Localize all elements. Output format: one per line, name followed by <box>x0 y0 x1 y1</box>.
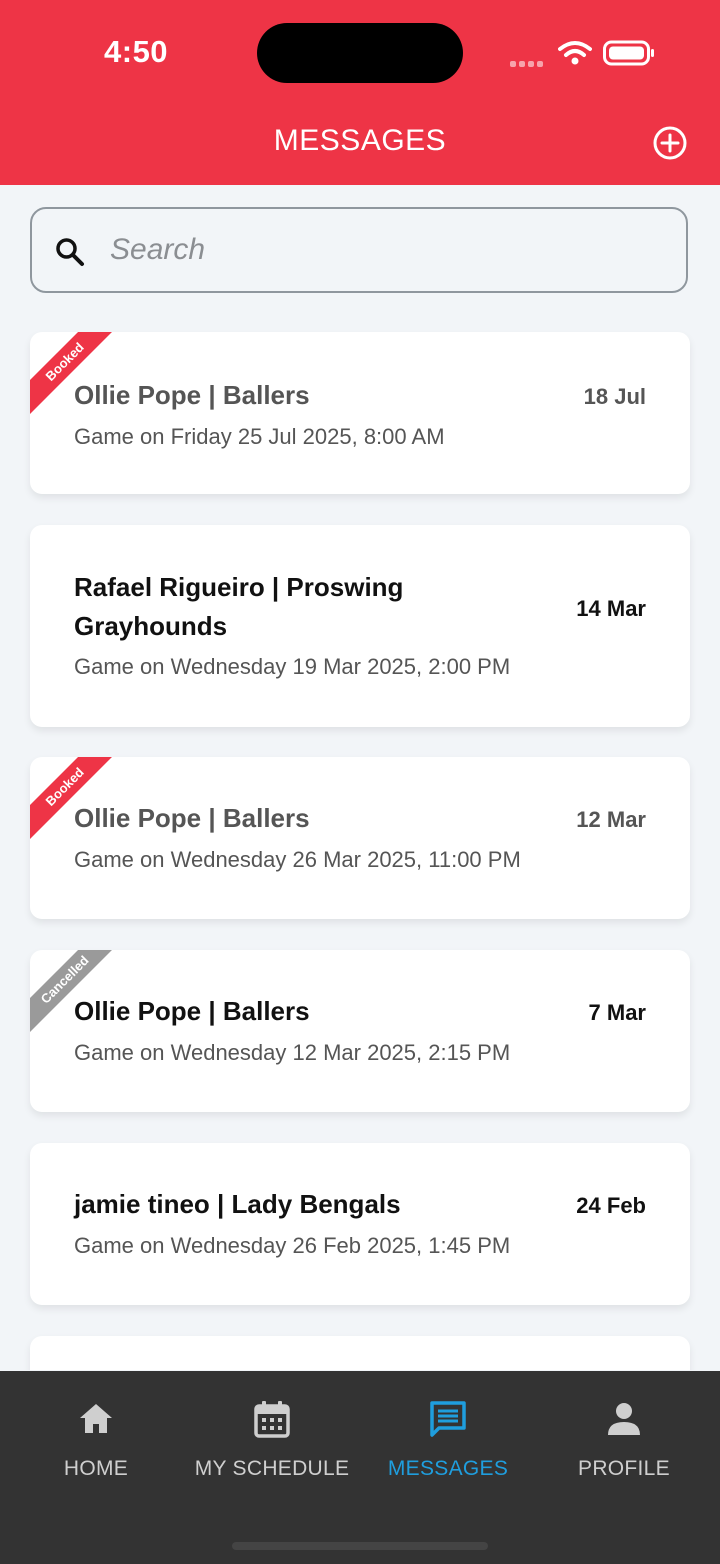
conversation-title: jamie tineo | Lady Bengals <box>74 1189 401 1219</box>
conversation-subtitle: Game on Wednesday 26 Feb 2025, 1:45 PM <box>74 1233 511 1258</box>
nav-profile-label: PROFILE <box>578 1457 670 1480</box>
search-input[interactable]: Search <box>30 207 688 293</box>
app-header: 4:50 MESSAGES <box>0 0 720 185</box>
conversation-title: Ollie Pope | Ballers <box>74 380 310 410</box>
conversation-card[interactable]: Booked Ollie Pope | Ballers Game on Wedn… <box>30 757 690 919</box>
cellular-signal-icon <box>510 54 550 67</box>
conversation-subtitle: Game on Friday 25 Jul 2025, 8:00 AM <box>74 424 445 449</box>
conversation-date: 7 Mar <box>588 1000 646 1025</box>
search-placeholder: Search <box>110 233 206 266</box>
conversation-subtitle: Game on Wednesday 19 Mar 2025, 2:00 PM <box>74 654 511 679</box>
battery-icon <box>603 40 654 66</box>
plus-circle-icon[interactable] <box>652 125 688 161</box>
bottom-navigation: HOME MY SCHEDULE MESSAGES PROFILE <box>0 1371 720 1564</box>
conversation-card[interactable]: Booked Ollie Pope | Ballers Game on Frid… <box>30 332 690 494</box>
nav-my-schedule[interactable]: MY SCHEDULE <box>182 1399 362 1481</box>
nav-profile[interactable]: PROFILE <box>534 1399 714 1481</box>
nav-my-schedule-label: MY SCHEDULE <box>194 1457 350 1480</box>
status-time: 4:50 <box>104 34 169 69</box>
conversation-title: Ollie Pope | Ballers <box>74 803 310 833</box>
conversation-date: 24 Feb <box>576 1193 646 1218</box>
person-icon <box>608 1403 640 1435</box>
conversation-card-partial[interactable] <box>30 1336 690 1370</box>
conversation-title: Ollie Pope | Ballers <box>74 996 310 1026</box>
conversation-subtitle: Game on Wednesday 12 Mar 2025, 2:15 PM <box>74 1040 511 1065</box>
home-icon <box>80 1404 112 1433</box>
home-indicator <box>232 1542 488 1550</box>
conversation-card[interactable]: Rafael Rigueiro | Proswing Grayhounds Ga… <box>30 525 690 727</box>
conversation-subtitle: Game on Wednesday 26 Mar 2025, 11:00 PM <box>74 847 521 872</box>
conversation-title: Rafael Rigueiro | Proswing Grayhounds <box>74 572 404 641</box>
dynamic-island <box>257 23 463 83</box>
nav-home-label: HOME <box>63 1457 129 1480</box>
nav-home[interactable]: HOME <box>6 1399 186 1481</box>
chat-icon <box>430 1401 466 1437</box>
conversation-date: 14 Mar <box>576 596 646 621</box>
conversation-date: 18 Jul <box>583 384 646 409</box>
nav-messages[interactable]: MESSAGES <box>358 1399 538 1481</box>
conversation-date: 12 Mar <box>576 807 646 832</box>
conversation-list[interactable]: Booked Ollie Pope | Ballers Game on Frid… <box>0 330 720 1370</box>
calendar-icon <box>254 1401 290 1438</box>
search-icon <box>56 238 84 266</box>
wifi-icon <box>558 41 592 65</box>
page-title: MESSAGES <box>273 124 447 157</box>
conversation-card[interactable]: Cancelled Ollie Pope | Ballers Game on W… <box>30 950 690 1112</box>
conversation-card[interactable]: jamie tineo | Lady Bengals Game on Wedne… <box>30 1143 690 1305</box>
nav-messages-label: MESSAGES <box>387 1457 509 1480</box>
